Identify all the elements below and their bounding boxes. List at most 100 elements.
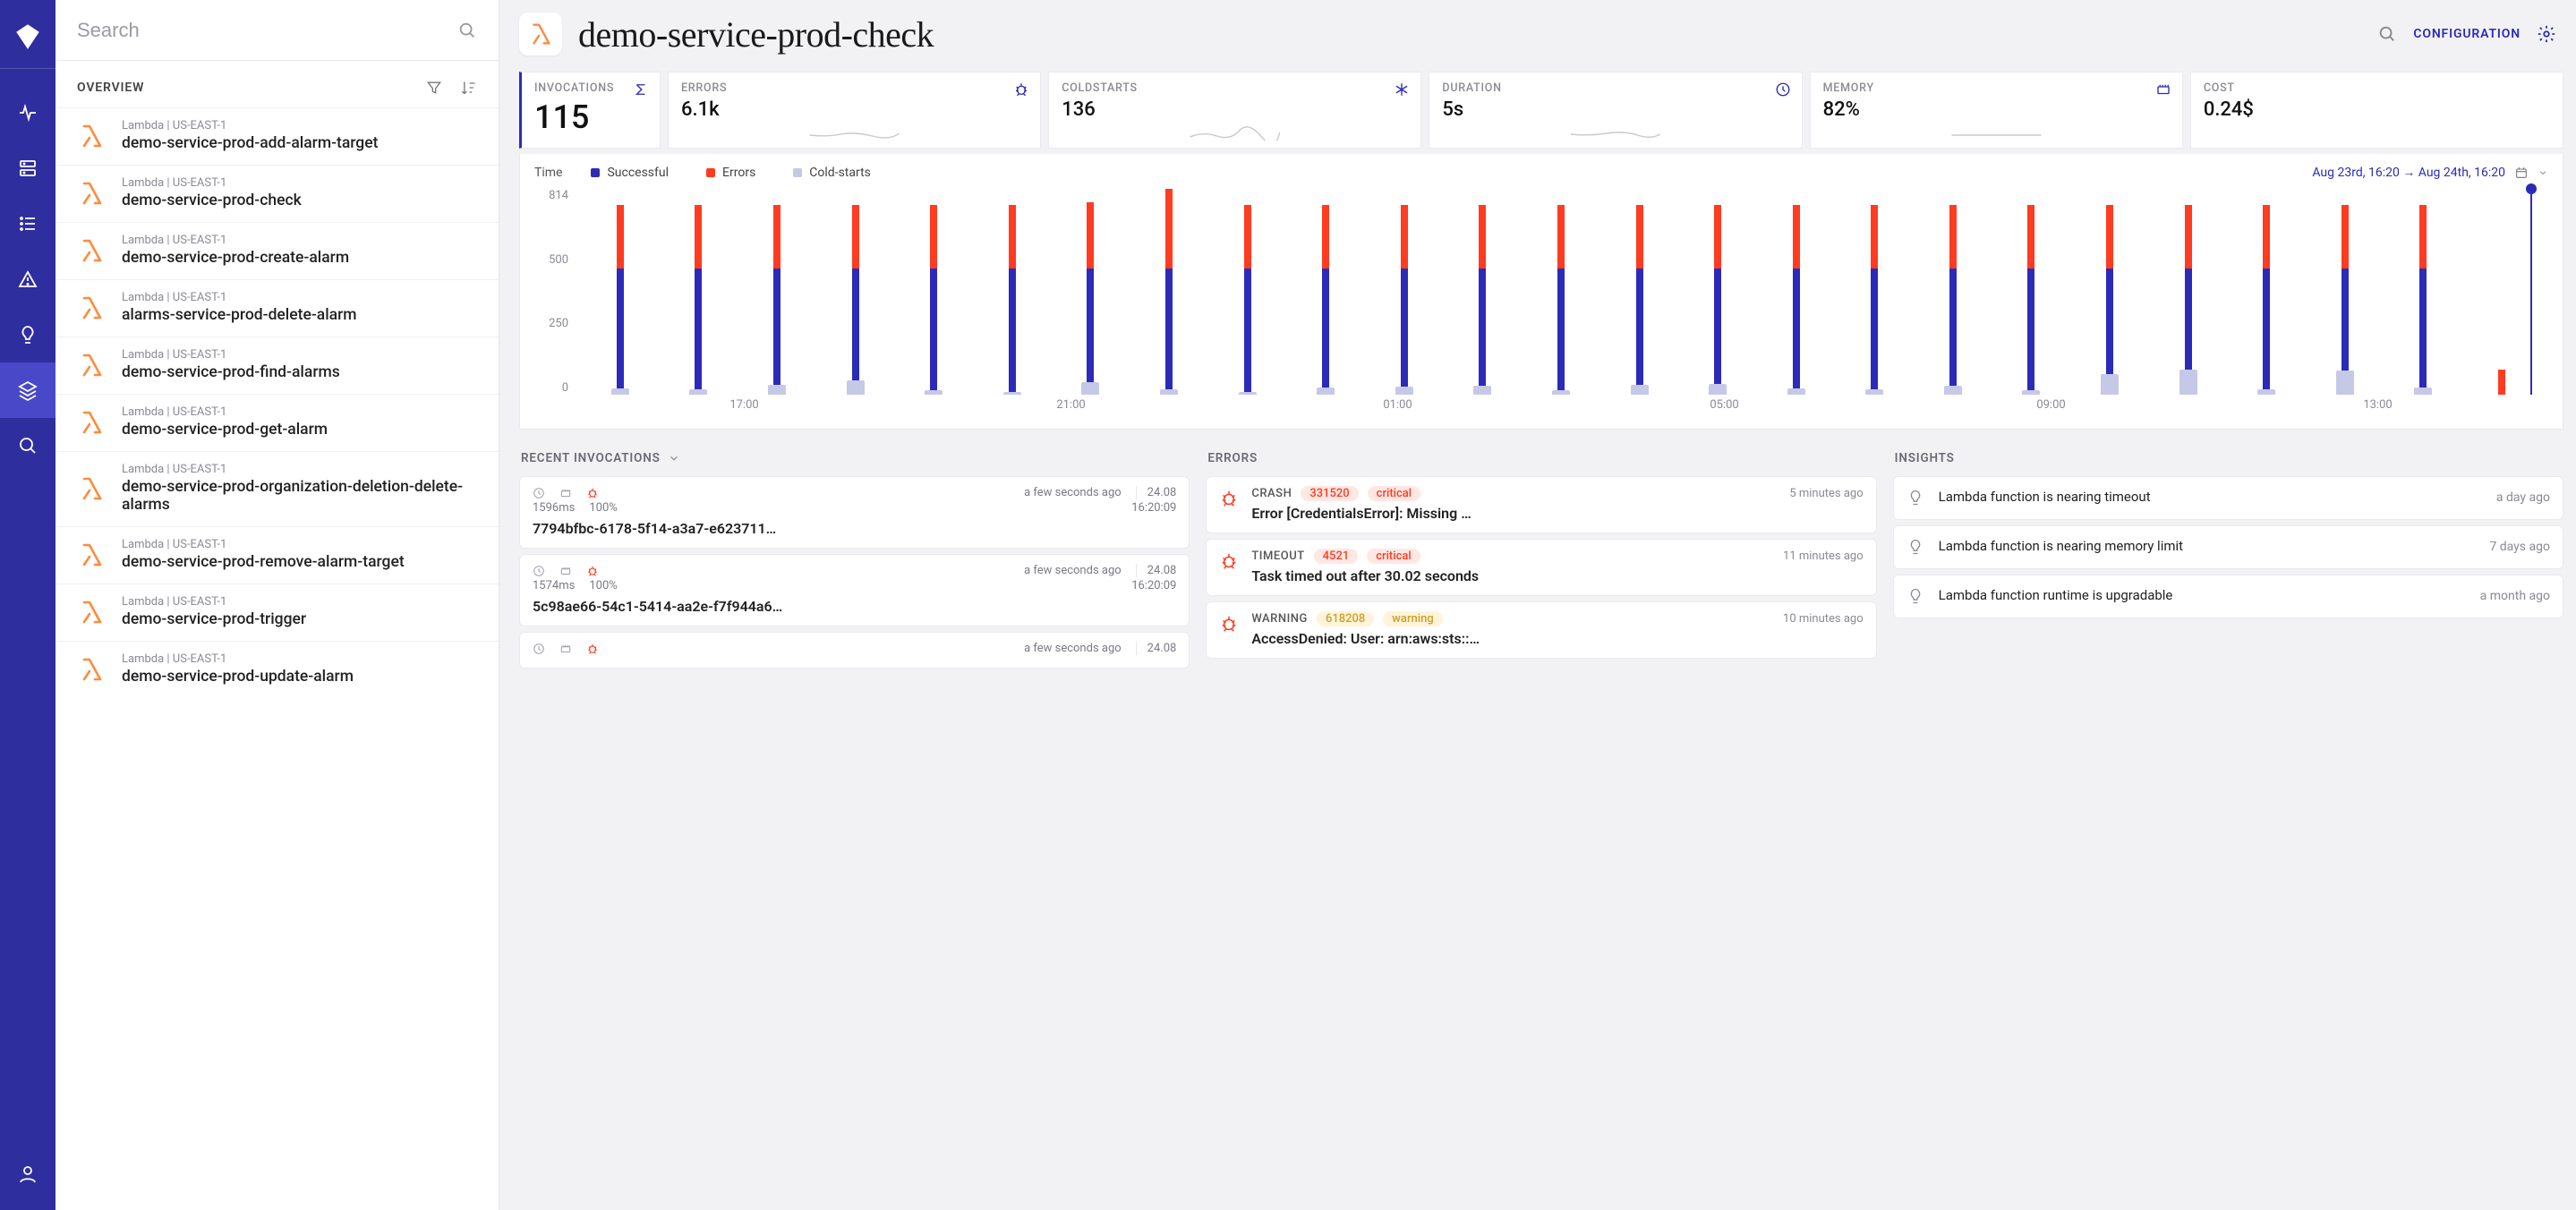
page-title: demo-service-prod-check	[578, 13, 934, 55]
chart-bar[interactable]	[2306, 189, 2384, 395]
chart-bar[interactable]	[1444, 189, 1523, 395]
function-item[interactable]: Lambda | US-EAST-1 demo-service-prod-upd…	[55, 641, 499, 698]
search-input[interactable]	[77, 19, 457, 42]
chart-bar[interactable]	[1522, 189, 1600, 395]
clock-icon	[533, 643, 545, 655]
clock-icon	[1775, 81, 1791, 98]
chart-bar[interactable]	[1914, 189, 1992, 395]
chart-bar[interactable]	[1678, 189, 1757, 395]
nav-pulse-icon[interactable]	[0, 85, 55, 141]
chart-bar[interactable]	[1365, 189, 1444, 395]
chart-bar[interactable]	[2384, 189, 2463, 395]
lambda-icon	[77, 294, 106, 322]
chart-bar[interactable]	[894, 189, 973, 395]
chart-bar[interactable]	[1600, 189, 1679, 395]
function-item[interactable]: Lambda | US-EAST-1 demo-service-prod-fin…	[55, 337, 499, 394]
function-item[interactable]: Lambda | US-EAST-1 alarms-service-prod-d…	[55, 279, 499, 337]
chart-bar[interactable]	[2227, 189, 2306, 395]
legend-time: Time	[534, 166, 562, 180]
legend-errors[interactable]: Errors	[706, 166, 755, 180]
chevron-down-icon[interactable]	[668, 452, 680, 464]
configuration-link[interactable]: CONFIGURATION	[2413, 27, 2521, 41]
nav-servers-icon[interactable]	[0, 141, 55, 196]
chart-bar[interactable]	[816, 189, 895, 395]
chart-bar[interactable]	[2149, 189, 2228, 395]
sort-icon[interactable]	[459, 79, 477, 97]
memory-icon	[559, 487, 572, 499]
sidebar-header: OVERVIEW	[77, 81, 144, 95]
stat-cost[interactable]: COST 0.24$	[2190, 72, 2563, 149]
function-list: Lambda | US-EAST-1 demo-service-prod-add…	[55, 107, 499, 1210]
bug-icon	[1219, 551, 1239, 571]
chart-bar[interactable]	[1757, 189, 1836, 395]
legend-successful[interactable]: Successful	[591, 166, 669, 180]
calendar-icon[interactable]	[2514, 166, 2529, 180]
error-card[interactable]: TIMEOUT 4521 critical 11 minutes ago Tas…	[1206, 539, 1876, 596]
nav-insights-icon[interactable]	[0, 307, 55, 362]
bulb-icon	[1906, 587, 1926, 607]
chart-bar[interactable]	[2462, 189, 2541, 395]
nav-rail	[0, 0, 55, 1210]
bulb-icon	[1906, 538, 1926, 558]
memory-icon	[559, 565, 572, 577]
function-item[interactable]: Lambda | US-EAST-1 demo-service-prod-tri…	[55, 584, 499, 641]
header-search-icon[interactable]	[2377, 24, 2397, 44]
logo[interactable]	[0, 11, 55, 69]
chart-bar[interactable]	[1992, 189, 2071, 395]
lambda-icon	[77, 179, 106, 208]
stat-row: INVOCATIONS 115 ERRORS 6.1k COLDSTARTS 1…	[519, 72, 2576, 149]
stat-coldstarts[interactable]: COLDSTARTS 136	[1048, 72, 1421, 149]
nav-list-icon[interactable]	[0, 196, 55, 251]
stat-duration[interactable]: DURATION 5s	[1429, 72, 1802, 149]
stat-errors[interactable]: ERRORS 6.1k	[668, 72, 1041, 149]
gear-icon[interactable]	[2537, 24, 2556, 44]
chart-bar[interactable]	[2070, 189, 2149, 395]
search-icon[interactable]	[457, 21, 477, 40]
stat-memory[interactable]: MEMORY 82%	[1810, 72, 2183, 149]
bug-icon	[586, 487, 599, 499]
memory-icon	[2155, 81, 2171, 98]
current-time-marker	[2530, 189, 2532, 395]
main: demo-service-prod-check CONFIGURATION IN…	[499, 0, 2576, 1210]
function-item[interactable]: Lambda | US-EAST-1 demo-service-prod-cre…	[55, 222, 499, 279]
insight-card[interactable]: Lambda function is nearing memory limit …	[1893, 525, 2563, 569]
lambda-icon	[77, 655, 106, 684]
search-row	[55, 0, 499, 61]
filter-icon[interactable]	[425, 79, 443, 97]
function-item[interactable]: Lambda | US-EAST-1 demo-service-prod-rem…	[55, 526, 499, 584]
chart-bar[interactable]	[1836, 189, 1915, 395]
function-item[interactable]: Lambda | US-EAST-1 demo-service-prod-get…	[55, 394, 499, 451]
function-item[interactable]: Lambda | US-EAST-1 demo-service-prod-add…	[55, 107, 499, 165]
chart-bar[interactable]	[738, 189, 816, 395]
nav-layers-icon[interactable]	[0, 362, 55, 418]
invocation-card[interactable]: a few seconds ago 24.08 1574ms 100% 16:2…	[519, 554, 1190, 626]
chart-bar[interactable]	[660, 189, 738, 395]
clock-icon	[533, 487, 545, 499]
chart-bar[interactable]	[581, 189, 660, 395]
invocation-card[interactable]: a few seconds ago 24.08 1596ms 100% 16:2…	[519, 476, 1190, 549]
chart-bar[interactable]	[973, 189, 1052, 395]
bug-icon	[1013, 81, 1029, 98]
stat-invocations[interactable]: INVOCATIONS 115	[519, 72, 661, 149]
function-item[interactable]: Lambda | US-EAST-1 demo-service-prod-org…	[55, 451, 499, 526]
chart-bar[interactable]	[1286, 189, 1365, 395]
error-card[interactable]: WARNING 618208 warning 10 minutes ago Ac…	[1206, 601, 1876, 659]
legend-cold[interactable]: Cold-starts	[793, 166, 871, 180]
chart-bar[interactable]	[1208, 189, 1287, 395]
error-card[interactable]: CRASH 331520 critical 5 minutes ago Erro…	[1206, 476, 1876, 533]
title-lambda-icon	[519, 13, 562, 55]
date-range[interactable]: Aug 23rd, 16:20 → Aug 24th, 16:20	[2312, 165, 2505, 180]
chevron-down-icon[interactable]	[2538, 166, 2548, 180]
chart-bar[interactable]	[1052, 189, 1130, 395]
insight-card[interactable]: Lambda function is nearing timeout a day…	[1893, 476, 2563, 520]
chart-bar[interactable]	[1130, 189, 1208, 395]
nav-search-icon[interactable]	[0, 418, 55, 473]
nav-profile-icon[interactable]	[0, 1155, 55, 1210]
insight-card[interactable]: Lambda function runtime is upgradable a …	[1893, 575, 2563, 618]
invocation-card[interactable]: a few seconds ago 24.08	[519, 632, 1190, 669]
function-item[interactable]: Lambda | US-EAST-1 demo-service-prod-che…	[55, 165, 499, 222]
lambda-icon	[77, 598, 106, 626]
chart-plot	[581, 189, 2541, 395]
lambda-icon	[77, 122, 106, 150]
nav-alerts-icon[interactable]	[0, 251, 55, 307]
